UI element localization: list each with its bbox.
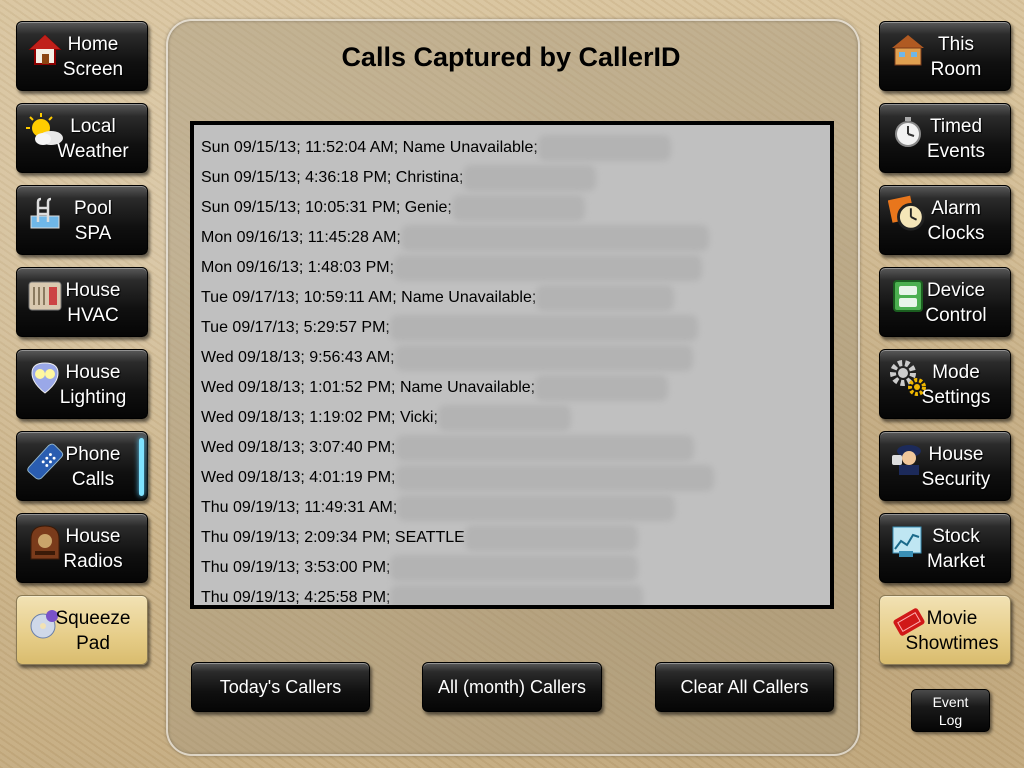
redacted-number <box>393 318 694 337</box>
nav-label: Lighting <box>59 387 127 408</box>
nav-label: Home <box>67 34 119 55</box>
redacted-number <box>541 138 667 157</box>
nav-label: Squeeze <box>55 608 131 629</box>
redacted-number <box>539 378 665 397</box>
nav-label: SPA <box>74 223 112 244</box>
list-item[interactable]: Mon 09/16/13; 11:45:28 AM; <box>194 223 830 253</box>
nav-label: Room <box>930 59 982 80</box>
redacted-number <box>467 168 593 187</box>
nav-alarm-clocks[interactable]: Alarm Clocks <box>879 185 1011 255</box>
nav-label: Weather <box>57 141 129 162</box>
nav-label: Stock <box>932 526 980 547</box>
list-item[interactable]: Sun 09/15/13; 4:36:18 PM; Christina; <box>194 163 830 193</box>
redacted-number <box>441 408 567 427</box>
redacted-number <box>394 558 635 577</box>
event-log-button[interactable]: Event Log <box>911 689 990 732</box>
nav-label: Pool <box>73 198 113 219</box>
todays-callers-button[interactable]: Today's Callers <box>191 662 370 712</box>
nav-label: Showtimes <box>905 633 999 654</box>
nav-label: Timed <box>929 116 983 137</box>
nav-label: Clocks <box>927 223 985 244</box>
list-item[interactable]: Thu 09/19/13; 3:53:00 PM; <box>194 553 830 583</box>
redacted-number <box>540 288 671 307</box>
nav-local-weather[interactable]: Local Weather <box>16 103 148 173</box>
nav-label: Security <box>921 469 991 490</box>
nav-label: House <box>65 362 121 383</box>
redacted-number <box>404 228 705 247</box>
nav-house-radios[interactable]: House Radios <box>16 513 148 583</box>
nav-squeeze-pad[interactable]: Squeeze Pad <box>16 595 148 665</box>
nav-phone-calls[interactable]: Phone Calls <box>16 431 148 501</box>
nav-label: Device <box>926 280 986 301</box>
nav-label: Control <box>925 305 987 326</box>
list-item[interactable]: Tue 09/17/13; 5:29:57 PM; <box>194 313 830 343</box>
redacted-number <box>399 468 710 487</box>
redacted-number <box>468 528 634 547</box>
nav-label: House <box>65 280 121 301</box>
list-item[interactable]: Wed 09/18/13; 4:01:19 PM; <box>194 463 830 493</box>
list-item[interactable]: Wed 09/18/13; 1:01:52 PM; Name Unavailab… <box>194 373 830 403</box>
all-month-callers-button[interactable]: All (month) Callers <box>422 662 602 712</box>
clear-all-callers-button[interactable]: Clear All Callers <box>655 662 834 712</box>
nav-timed-events[interactable]: Timed Events <box>879 103 1011 173</box>
redacted-number <box>399 438 690 457</box>
nav-stock-market[interactable]: Stock Market <box>879 513 1011 583</box>
event-log-label: Log <box>938 712 963 728</box>
nav-mode-settings[interactable]: Mode Settings <box>879 349 1011 419</box>
list-item[interactable]: Thu 09/19/13; 11:49:31 AM; <box>194 493 830 523</box>
nav-label: Phone <box>65 444 121 465</box>
nav-device-control[interactable]: Device Control <box>879 267 1011 337</box>
nav-label: Local <box>70 116 116 137</box>
nav-label: Screen <box>62 59 124 80</box>
list-item[interactable]: Wed 09/18/13; 3:07:40 PM; <box>194 433 830 463</box>
nav-label: Settings <box>921 387 991 408</box>
nav-this-room[interactable]: This Room <box>879 21 1011 91</box>
nav-label: Pad <box>76 633 110 654</box>
nav-label: Movie <box>926 608 978 629</box>
nav-label: Events <box>926 141 986 162</box>
nav-house-security[interactable]: House Security <box>879 431 1011 501</box>
nav-label: This <box>938 34 974 55</box>
list-item[interactable]: Thu 09/19/13; 2:09:34 PM; SEATTLE <box>194 523 830 553</box>
list-item[interactable]: Sun 09/15/13; 11:52:04 AM; Name Unavaila… <box>194 133 830 163</box>
list-item[interactable]: Wed 09/18/13; 9:56:43 AM; <box>194 343 830 373</box>
page-title: Calls Captured by CallerID <box>341 42 681 72</box>
nav-label: House <box>65 526 121 547</box>
list-item[interactable]: Tue 09/17/13; 10:59:11 AM; Name Unavaila… <box>194 283 830 313</box>
redacted-number <box>394 588 640 605</box>
list-item[interactable]: Wed 09/18/13; 1:19:02 PM; Vicki; <box>194 403 830 433</box>
redacted-number <box>398 348 689 367</box>
redacted-number <box>455 198 581 217</box>
nav-label: HVAC <box>67 305 119 326</box>
nav-label: Mode <box>932 362 980 383</box>
nav-home-screen[interactable]: Home Screen <box>16 21 148 91</box>
event-log-label: Event <box>932 694 969 710</box>
nav-pool-spa[interactable]: Pool SPA <box>16 185 148 255</box>
list-item[interactable]: Sun 09/15/13; 10:05:31 PM; Genie; <box>194 193 830 223</box>
nav-label: Alarm <box>931 198 981 219</box>
list-item[interactable]: Thu 09/19/13; 4:25:58 PM; <box>194 583 830 605</box>
nav-house-hvac[interactable]: House HVAC <box>16 267 148 337</box>
nav-label: House <box>928 444 984 465</box>
list-item[interactable]: Mon 09/16/13; 1:48:03 PM; <box>194 253 830 283</box>
nav-label: Market <box>926 551 986 572</box>
caller-id-list[interactable]: Sun 09/15/13; 11:52:04 AM; Name Unavaila… <box>190 121 834 609</box>
nav-house-lighting[interactable]: House Lighting <box>16 349 148 419</box>
nav-label: Calls <box>71 469 115 490</box>
redacted-number <box>401 498 672 517</box>
redacted-number <box>398 258 699 277</box>
nav-label: Radios <box>63 551 123 572</box>
nav-movie-showtimes[interactable]: Movie Showtimes <box>879 595 1011 665</box>
